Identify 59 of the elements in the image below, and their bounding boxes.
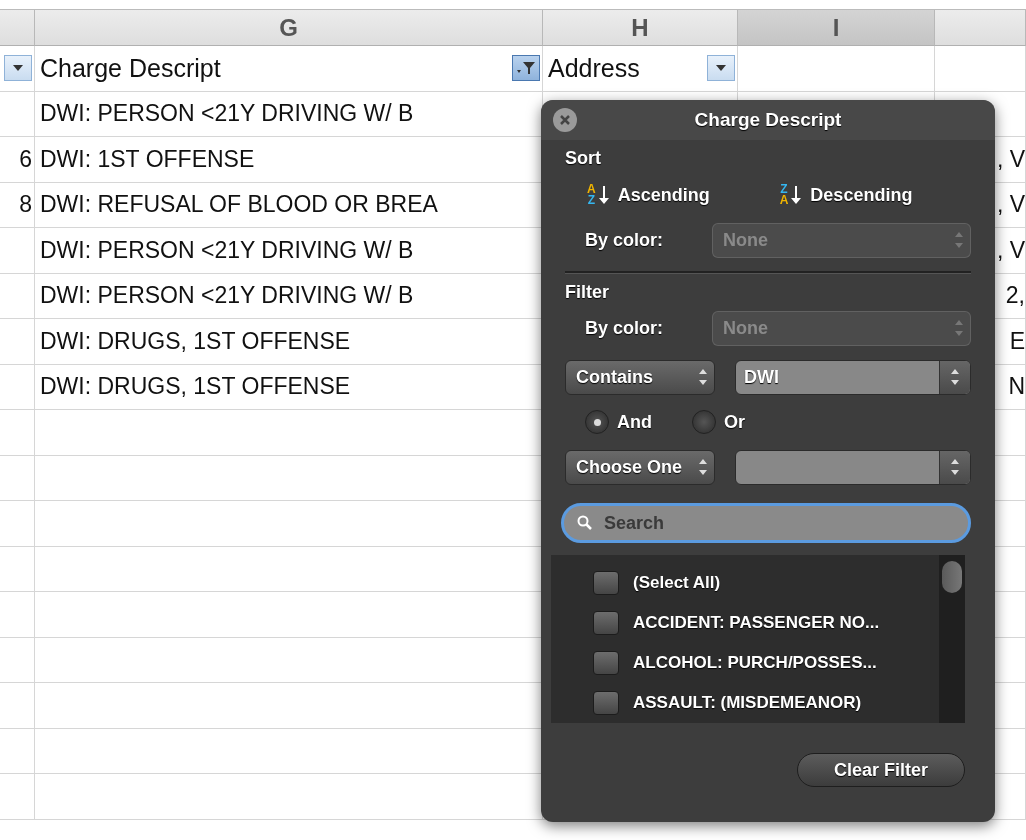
table-cell [0,774,35,820]
scrollbar[interactable] [939,555,965,723]
join-radio[interactable]: Or [692,410,745,434]
table-cell [0,455,35,501]
table-cell: 8 [0,182,35,228]
list-item-label[interactable]: ALCOHOL: PURCH/POSSES... [633,653,877,673]
checkbox[interactable] [593,651,619,675]
checkbox[interactable] [593,611,619,635]
search-field[interactable]: Search [561,503,971,543]
stepper-icon [954,231,964,249]
stepper-icon [954,319,964,337]
table-cell [0,319,35,365]
operator-select[interactable]: Choose One [565,449,715,485]
field-label: By color: [585,229,664,251]
table-cell [0,228,35,274]
table-cell [0,683,35,729]
stepper-icon [698,458,708,476]
clear-filter-button[interactable]: Clear Filter [797,753,965,787]
checkbox[interactable] [593,691,619,715]
caret-icon [12,64,24,73]
stepper-icon [950,458,960,476]
list-item-label[interactable]: ASSAULT: (MISDEMEANOR) [633,693,862,713]
close-icon [559,114,571,126]
caret-icon [715,64,727,73]
list-item-label[interactable]: (Select All) [633,573,721,593]
table-cell [0,410,35,456]
sort-descending-button[interactable]: Z A Descending [779,184,913,206]
join-radio[interactable]: And [585,410,652,434]
value-combo-field[interactable]: DWI [735,359,971,395]
filter-dropdown-button[interactable] [4,55,32,82]
table-header-cell: Charge Descript [40,53,221,83]
table-cell [0,273,35,319]
stepper-icon [950,368,960,386]
stepper-icon [698,368,708,386]
column-header[interactable]: I [738,10,935,46]
filter-icon [516,61,536,76]
checkbox[interactable] [593,571,619,595]
table-cell: 6 [0,137,35,183]
table-cell [0,592,35,638]
search-icon [577,515,593,531]
filter-dropdown-button[interactable] [512,55,540,82]
table-header-cell: Address [548,53,640,83]
table-cell [0,501,35,547]
value-combo-field[interactable] [735,449,971,485]
filter-dropdown-button[interactable] [707,55,735,82]
popover-title: Charge Descript [694,109,842,131]
operator-select[interactable]: Contains [565,359,715,395]
table-cell [0,728,35,774]
column-header[interactable]: H [543,10,738,46]
section-heading: Sort [565,148,602,169]
field-label: By color: [585,317,664,339]
table-cell [0,637,35,683]
list-item-label[interactable]: ACCIDENT: PASSENGER NO... [633,613,880,633]
column-header[interactable]: G [35,10,543,46]
section-heading: Filter [565,282,610,303]
sort-ascending-button[interactable]: A Z Ascending [587,184,710,206]
close-button[interactable] [553,108,577,132]
table-cell [0,546,35,592]
table-cell [0,364,35,410]
